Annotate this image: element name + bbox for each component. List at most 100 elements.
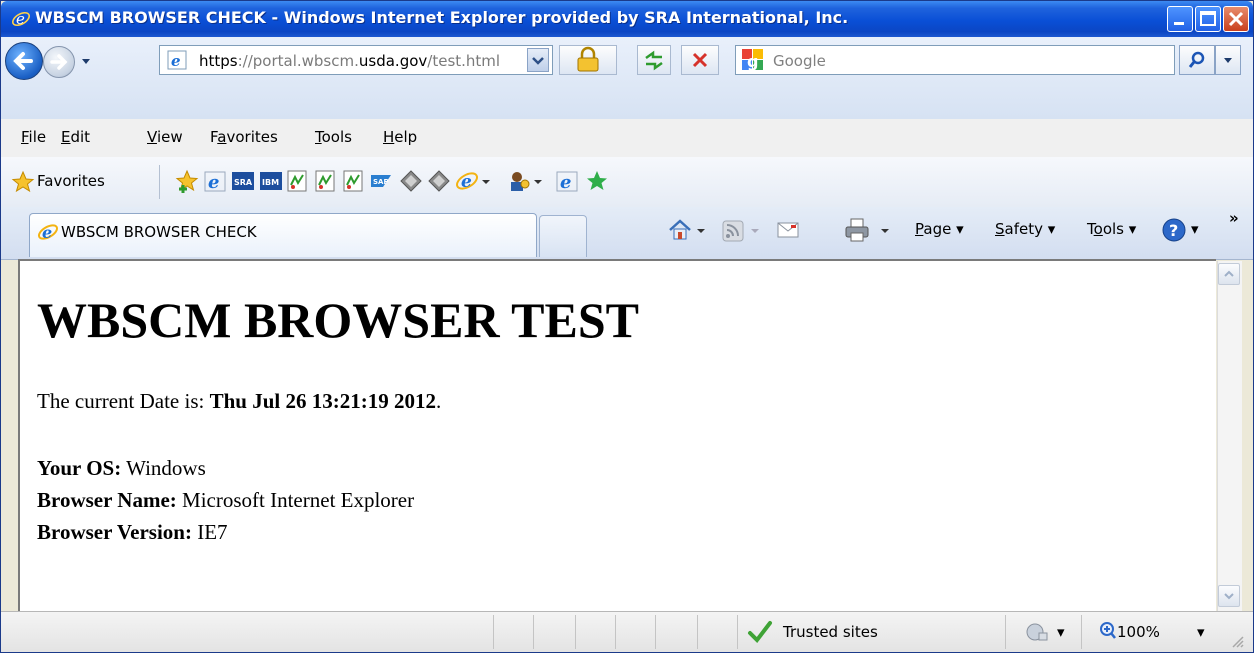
scroll-down-button[interactable] [1218,585,1240,607]
resize-grip-icon[interactable] [1231,635,1245,649]
menu-view[interactable]: View [147,128,183,146]
help-dropdown[interactable]: ▾ [1191,220,1199,238]
status-divider [533,615,534,649]
chevron-down-icon [751,229,759,233]
minimize-button[interactable] [1167,6,1193,32]
status-bar [1,611,1253,652]
chevron-down-icon[interactable] [531,169,545,193]
status-divider [1005,615,1006,649]
help-icon[interactable]: ? [1161,216,1189,244]
ie-logo-icon: e [37,223,59,242]
forward-button[interactable] [43,46,75,78]
svg-text:SAP: SAP [373,178,389,186]
new-tab-button[interactable] [539,215,587,257]
status-divider [1081,615,1082,649]
chevron-down-icon[interactable] [695,217,707,243]
status-divider [655,615,656,649]
vertical-scrollbar[interactable] [1217,261,1242,611]
green-star-icon[interactable] [585,169,609,193]
ie-page-icon[interactable]: e [203,169,227,193]
chevron-down-icon[interactable] [479,169,493,193]
status-divider [493,615,494,649]
chevron-down-icon [532,57,544,65]
status-divider [697,615,698,649]
more-commands-chevron-icon[interactable]: » [1229,209,1239,227]
check-icon [748,621,772,644]
refresh-button[interactable] [637,45,671,75]
scroll-up-button[interactable] [1218,263,1240,285]
sap-icon[interactable]: SAP [369,169,393,193]
search-icon [1188,51,1205,68]
menu-file[interactable]: File [21,128,46,146]
current-date-line: The current Date is: Thu Jul 26 13:21:19… [37,389,442,413]
search-placeholder[interactable]: Google [773,52,826,70]
close-button[interactable] [1223,6,1249,32]
google-icon: g [742,49,763,71]
favorites-button[interactable]: Favorites [37,172,105,190]
security-report-button[interactable] [559,45,617,75]
print-icon[interactable] [843,217,871,243]
zoom-icon[interactable] [1099,621,1117,641]
back-arrow-icon [13,52,33,70]
maximize-button[interactable] [1195,6,1221,32]
recent-pages-chevron-down-icon[interactable] [79,54,93,68]
safety-menu-button[interactable]: Safety ▾ [995,220,1055,238]
tools-menu-button[interactable]: Tools ▾ [1087,220,1136,238]
browser-version-line: Browser Version: IE7 [37,520,228,544]
minimize-icon [1174,22,1184,25]
page-ie-icon: e [167,50,187,70]
chevron-down-icon[interactable] [879,217,891,243]
menu-help[interactable]: Help [383,128,417,146]
svg-text:IBM: IBM [262,178,279,187]
address-dropdown-button[interactable] [527,48,549,72]
forward-arrow-icon [50,54,68,70]
report-icon[interactable] [285,169,309,193]
diamond-icon[interactable] [399,169,423,193]
svg-text:e: e [208,172,219,193]
search-options-button[interactable] [1215,45,1241,75]
mail-icon[interactable] [775,217,801,243]
search-button[interactable] [1179,45,1215,75]
report-icon[interactable] [341,169,365,193]
menu-edit[interactable]: Edit [61,128,90,146]
ie-page-icon[interactable]: e [555,169,579,193]
add-favorite-icon[interactable] [175,169,199,193]
report-icon[interactable] [313,169,337,193]
zoom-level[interactable]: 100% [1117,623,1160,641]
diamond-icon[interactable] [427,169,451,193]
menu-bar [1,119,1253,158]
refresh-icon [645,50,663,71]
ibm-icon[interactable]: IBM [259,169,283,193]
star-icon[interactable] [11,170,35,194]
address-url[interactable]: https://portal.wbscm.usda.gov/test.html [199,52,500,70]
stop-button[interactable] [681,45,719,75]
os-line: Your OS: Windows [37,456,206,480]
security-zone-label[interactable]: Trusted sites [783,623,878,641]
menu-tools[interactable]: Tools [315,128,352,146]
svg-text:?: ? [1169,221,1178,240]
browser-window: e WBSCM BROWSER CHECK - Windows Internet… [0,0,1254,653]
ie-logo-icon[interactable]: e [455,169,479,193]
lock-icon [577,46,599,72]
zoom-dropdown[interactable]: ▾ [1197,623,1205,641]
page-menu-button[interactable]: Page ▾ [915,220,964,238]
browser-name-line: Browser Name: Microsoft Internet Explore… [37,488,415,512]
tab-label[interactable]: WBSCM BROWSER CHECK [61,223,257,241]
feeds-icon[interactable] [721,217,745,243]
security-zone-icon[interactable] [1025,621,1051,643]
chevron-down-icon [1224,593,1234,600]
svg-text:e: e [560,172,571,193]
back-button[interactable] [5,42,43,80]
window-title: WBSCM BROWSER CHECK - Windows Internet E… [35,8,849,27]
home-icon[interactable] [667,217,693,243]
user-tool-icon[interactable] [507,169,531,193]
status-divider [615,615,616,649]
chevron-up-icon [1224,270,1234,277]
sra-icon[interactable]: SRA [231,169,255,193]
zone-dropdown[interactable]: ▾ [1057,623,1065,641]
menu-favorites[interactable]: Favorites [210,128,278,146]
maximize-icon [1200,11,1216,26]
close-icon [1228,11,1244,27]
ie-logo-icon: e [12,10,30,28]
page-heading: WBSCM BROWSER TEST [37,292,640,348]
